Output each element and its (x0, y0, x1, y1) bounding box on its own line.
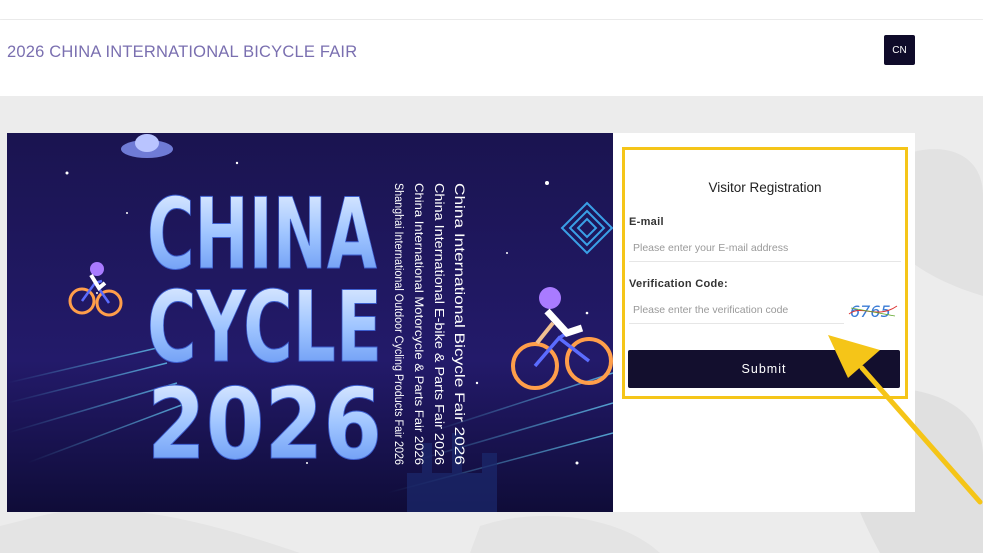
fair-banner: CHINA CYCLE 2026 China International Bic… (7, 133, 613, 512)
site-title[interactable]: 2026 CHINA INTERNATIONAL BICYCLE FAIR (7, 43, 357, 62)
verification-code-field[interactable] (629, 296, 844, 324)
site-header: 2026 CHINA INTERNATIONAL BICYCLE FAIR CN (0, 20, 983, 96)
fair-name-1: China International Bicycle Fair 2026 (452, 183, 468, 465)
fair-name-2: China International E-bike & Parts Fair … (432, 183, 447, 465)
fair-name-3: China International Motorcycle & Parts F… (412, 183, 426, 465)
banner-artwork: CHINA CYCLE 2026 China International Bic… (7, 133, 613, 512)
registration-panel: Visitor Registration E-mail Verification… (613, 133, 915, 512)
email-label: E-mail (629, 216, 664, 228)
language-switch-button[interactable]: CN (884, 35, 915, 65)
top-strip (0, 0, 983, 20)
submit-button[interactable]: Submit (628, 350, 900, 388)
fair-name-4: Shanghai International Outdoor Cycling P… (392, 183, 404, 465)
form-title: Visitor Registration (708, 180, 822, 195)
banner-logo-line-3: 2026 (147, 368, 382, 482)
registration-form-highlight: Visitor Registration E-mail Verification… (622, 147, 908, 399)
captcha-image[interactable]: 6765 (847, 300, 899, 322)
verification-code-label: Verification Code: (629, 278, 728, 290)
email-field[interactable] (629, 234, 901, 262)
